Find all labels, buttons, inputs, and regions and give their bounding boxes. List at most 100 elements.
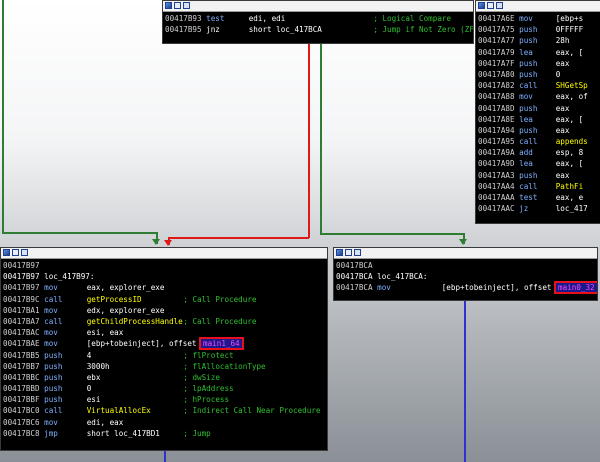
- asm-line[interactable]: 00417BBF push esi ; hProcess: [3, 394, 327, 405]
- asm-line[interactable]: 00417BB7 push 3000h ; flAllocationType: [3, 361, 327, 372]
- instruction-mnemonic: jmp: [44, 428, 58, 438]
- asm-line[interactable]: 00417BBD push 0 ; lpAddress: [3, 383, 327, 394]
- code-block-top[interactable]: 00417B93 test edi, edi ; Logical Compare…: [162, 0, 474, 44]
- asm-line[interactable]: 00417A9A add esp, 8: [478, 147, 600, 158]
- instruction-address: 00417B9C: [3, 294, 40, 304]
- code-block-loc-417B97[interactable]: 00417B97 00417B97 loc_417B97: 00417B97 m…: [0, 247, 328, 451]
- asm-line[interactable]: 00417AA3 push eax: [478, 170, 600, 181]
- instruction-mnemonic: call: [519, 137, 538, 147]
- asm-line[interactable]: 00417A77 push 28h: [478, 35, 600, 46]
- asm-line[interactable]: 00417A80 push 0: [478, 69, 600, 80]
- asm-line[interactable]: 00417A94 push eax: [478, 125, 600, 136]
- instruction-operands: [ebp+s: [555, 14, 584, 23]
- instruction-operands: VirtualAllocEx: [86, 406, 151, 416]
- instruction-address: 00417BAC: [3, 328, 40, 338]
- instruction-address: 00417A9D: [478, 159, 515, 169]
- instruction-mnemonic: mov: [44, 339, 58, 349]
- instruction-mnemonic: push: [44, 372, 63, 382]
- asm-line[interactable]: 00417BCA mov [ebp+tobeinject], offset ma…: [336, 281, 597, 295]
- instruction-address: 00417BCA: [336, 283, 373, 293]
- instruction-comment: ; flProtect: [183, 350, 234, 360]
- asm-line[interactable]: 00417BA7 call getChildProcessHandle ; Ca…: [3, 316, 327, 327]
- instruction-address: 00417A75: [478, 25, 515, 35]
- asm-line[interactable]: 00417A82 call SHGetSp: [478, 80, 600, 91]
- instruction-operands: getProcessID: [86, 294, 142, 304]
- instruction-operands: esp, 8: [555, 148, 584, 158]
- block-titlebar[interactable]: [1, 248, 327, 259]
- highlighted-symbol[interactable]: main0_32: [554, 281, 597, 295]
- instruction-comment: ; Indirect Call Near Procedure: [183, 406, 321, 416]
- asm-line[interactable]: 00417BB5 push 4 ; flProtect: [3, 350, 327, 361]
- instruction-address: 00417A94: [478, 125, 515, 135]
- asm-line[interactable]: 00417A79 lea eax, [: [478, 47, 600, 58]
- instruction-mnemonic: mov: [519, 92, 533, 102]
- code-block-right[interactable]: 00417A6E mov [ebp+s 00417A75 push 0FFFFF 0…: [475, 0, 600, 224]
- instruction-mnemonic: call: [44, 406, 63, 416]
- asm-line[interactable]: 00417A8E lea eax, [: [478, 114, 600, 125]
- instruction-address: 00417A80: [478, 69, 515, 79]
- highlighted-symbol[interactable]: main1_64: [199, 337, 244, 351]
- text-view-icon[interactable]: [487, 2, 494, 9]
- instruction-operands: appends: [555, 137, 588, 147]
- asm-line[interactable]: 00417BBC push ebx ; dwSize: [3, 372, 327, 383]
- window-icon[interactable]: [183, 2, 190, 9]
- instruction-address: 00417AAA: [478, 193, 515, 202]
- asm-line[interactable]: 00417A6E mov [ebp+s: [478, 13, 600, 24]
- instruction-address: 00417BBC: [3, 372, 40, 382]
- asm-line[interactable]: 00417BC8 jmp short loc_417BD1 ; Jump: [3, 428, 327, 439]
- block-titlebar[interactable]: [163, 1, 473, 12]
- block-label[interactable]: 00417BCA loc_417BCA:: [336, 271, 597, 282]
- asm-line[interactable]: 00417B9C call getProcessID ; Call Proced…: [3, 294, 327, 305]
- instruction-operands: 0FFFFF: [555, 25, 584, 35]
- asm-line[interactable]: 00417BAC mov esi, eax: [3, 327, 327, 338]
- graph-icon[interactable]: [336, 249, 343, 256]
- window-icon[interactable]: [354, 249, 361, 256]
- blue-edge-left: [164, 450, 166, 462]
- asm-line[interactable]: 00417AAC jz loc_417: [478, 203, 600, 214]
- instruction-address: 00417A9A: [478, 148, 515, 158]
- instruction-address: 00417BB5: [3, 350, 40, 360]
- block-titlebar[interactable]: [476, 1, 600, 12]
- instruction-mnemonic: push: [519, 69, 538, 79]
- asm-line[interactable]: 00417AA4 call PathFi: [478, 181, 600, 192]
- green-edge-left-vertical: [2, 0, 4, 233]
- instruction-operands: [ebp+tobeinject], offset: [86, 339, 197, 349]
- window-icon[interactable]: [21, 249, 28, 256]
- asm-line[interactable]: 00417A95 call appends: [478, 136, 600, 147]
- asm-line[interactable]: 00417A9D lea eax, [: [478, 158, 600, 169]
- window-icon[interactable]: [496, 2, 503, 9]
- text-view-icon[interactable]: [345, 249, 352, 256]
- asm-line[interactable]: 00417A7F push eax: [478, 58, 600, 69]
- graph-icon[interactable]: [3, 249, 10, 256]
- instruction-operands: eax, [: [555, 114, 584, 124]
- instruction-mnemonic: push: [44, 384, 63, 394]
- asm-line[interactable]: 00417BC6 mov edi, eax: [3, 417, 327, 428]
- instruction-address: 00417A79: [478, 47, 515, 57]
- block-titlebar[interactable]: [334, 248, 597, 259]
- asm-line[interactable]: 00417BAE mov [ebp+tobeinject], offset ma…: [3, 337, 327, 351]
- instruction-comment: ; Jump: [183, 428, 211, 438]
- instruction-operands: eax: [555, 170, 570, 180]
- text-view-icon[interactable]: [12, 249, 19, 256]
- instruction-operands: eax, of: [555, 92, 588, 102]
- asm-line[interactable]: 00417BC0 call VirtualAllocEx ; Indirect …: [3, 405, 327, 416]
- asm-line[interactable]: 00417A75 push 0FFFFF: [478, 24, 600, 35]
- asm-line[interactable]: 00417A88 mov eax, of: [478, 91, 600, 102]
- instruction-address: 00417A6E: [478, 14, 515, 23]
- text-view-icon[interactable]: [174, 2, 181, 9]
- asm-line[interactable]: 00417AAA test eax, e: [478, 192, 600, 203]
- asm-line[interactable]: 00417B95 jnz short loc_417BCA ; Jump if …: [165, 24, 473, 35]
- instruction-operands: 3000h: [86, 361, 110, 371]
- graph-icon[interactable]: [478, 2, 485, 9]
- instruction-operands: eax, e: [555, 193, 584, 202]
- code-block-loc-417BCA[interactable]: 00417BCA 00417BCA loc_417BCA: 00417BCA m…: [333, 247, 598, 301]
- block-label[interactable]: 00417B97 loc_417B97:: [3, 271, 327, 282]
- graph-icon[interactable]: [165, 2, 172, 9]
- instruction-operands: short loc_417BD1: [86, 428, 160, 438]
- instruction-operands: eax, [: [555, 47, 584, 57]
- block-address: 00417B97: [3, 261, 40, 270]
- asm-line[interactable]: 00417B97 mov eax, explorer_exe: [3, 282, 327, 293]
- asm-line[interactable]: 00417B93 test edi, edi ; Logical Compare: [165, 13, 473, 24]
- asm-line[interactable]: 00417A8D push eax: [478, 103, 600, 114]
- asm-line[interactable]: 00417BA1 mov edx, explorer_exe: [3, 305, 327, 316]
